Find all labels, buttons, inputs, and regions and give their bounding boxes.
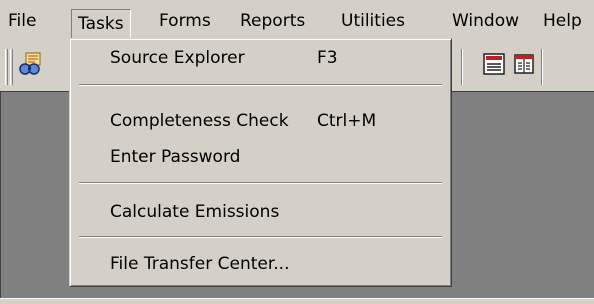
menu-item-file-transfer-center[interactable]: File Transfer Center... [73,249,448,279]
menu-item-calculate-emissions[interactable]: Calculate Emissions [73,197,448,227]
status-area [0,298,594,304]
toolbar-grip[interactable] [10,49,13,85]
menu-item-label: File Transfer Center... [110,254,290,274]
checklist-icon [482,52,506,81]
menu-separator [79,84,442,86]
menu-forms[interactable]: Forms [159,9,211,33]
menu-reports[interactable]: Reports [240,9,305,33]
menu-item-source-explorer[interactable]: Source Explorer F3 [73,43,448,73]
binoculars-icon [19,52,43,81]
menu-tasks[interactable]: Tasks [71,9,131,39]
menu-window[interactable]: Window [452,9,519,33]
menu-help[interactable]: Help [543,9,582,33]
tasks-dropdown-menu: Source Explorer F3 Completeness Check Ct… [69,38,452,287]
menu-item-label: Enter Password [110,147,241,167]
menu-file[interactable]: File [8,9,36,33]
menu-item-enter-password[interactable]: Enter Password [73,142,448,172]
menu-separator [79,236,442,238]
toolbar-separator [541,49,543,85]
menu-separator [79,182,442,184]
menu-bar: File Tasks Forms Reports Utilities Windo… [0,0,594,40]
menu-item-shortcut: Ctrl+M [317,111,377,131]
menu-item-completeness-check[interactable]: Completeness Check Ctrl+M [73,106,448,136]
document-icon [512,52,536,81]
menu-item-label: Completeness Check [110,111,289,131]
source-explorer-toolbar-button[interactable] [17,52,45,80]
menu-item-shortcut: F3 [317,48,338,68]
document-toolbar-button[interactable] [510,52,538,80]
toolbar-grip[interactable] [5,49,8,85]
toolbar-separator [461,49,463,85]
menu-item-label: Calculate Emissions [110,202,280,222]
completeness-check-toolbar-button[interactable] [480,52,508,80]
menu-utilities[interactable]: Utilities [341,9,405,33]
menu-item-label: Source Explorer [110,48,245,68]
